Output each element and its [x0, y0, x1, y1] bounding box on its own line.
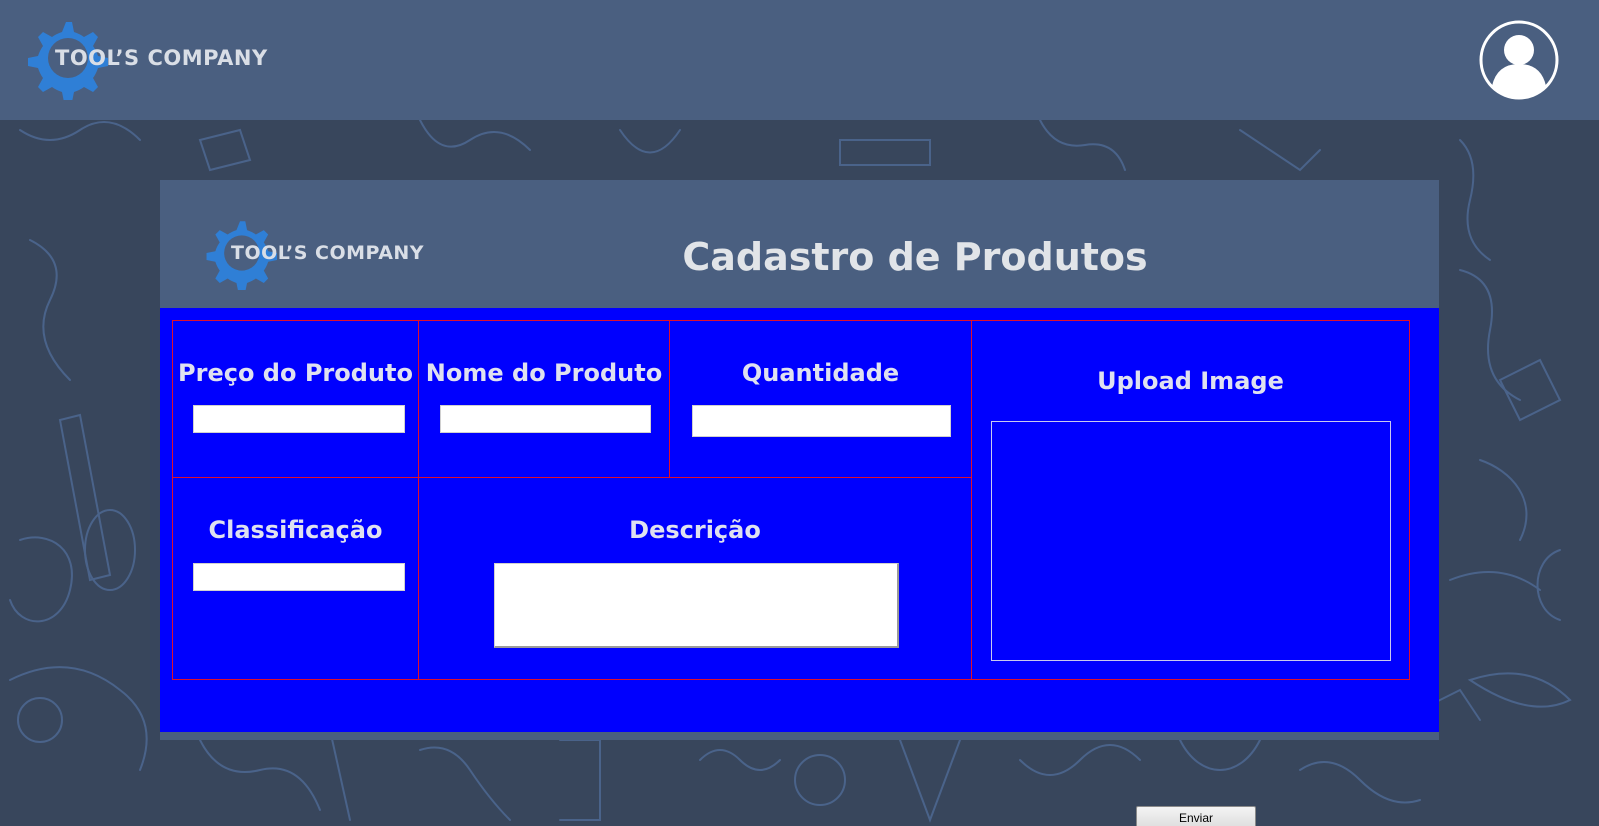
name-input[interactable] [440, 405, 651, 433]
description-textarea[interactable] [494, 563, 899, 648]
quantity-label: Quantidade [741, 359, 900, 387]
image-upload-area[interactable] [991, 421, 1391, 661]
classification-input[interactable] [193, 563, 405, 591]
top-bar: TOOL’S COMPANY [0, 0, 1599, 120]
user-profile-button[interactable] [1479, 20, 1559, 100]
upload-image-label: Upload Image [1097, 367, 1284, 395]
price-input[interactable] [193, 405, 405, 433]
form-company-logo: TOOL’S COMPANY [203, 216, 433, 290]
description-label: Descrição [629, 516, 761, 544]
quantity-input[interactable] [692, 405, 951, 437]
classification-label: Classificação [208, 516, 383, 544]
product-form-card: TOOL’S COMPANY Cadastro de Produtos Preç… [160, 180, 1439, 826]
name-field-group: Nome do Produto [418, 320, 670, 478]
form-bottom-strip [160, 732, 1439, 740]
logo-text: TOOL’S COMPANY [231, 242, 425, 264]
quantity-field-group: Quantidade [669, 320, 972, 478]
name-label: Nome do Produto [425, 359, 663, 387]
company-logo[interactable]: TOOL’S COMPANY [24, 16, 284, 100]
price-label: Preço do Produto [178, 359, 413, 387]
price-field-group: Preço do Produto [172, 320, 419, 478]
classification-field-group: Classificação [172, 477, 419, 680]
user-avatar-icon [1479, 20, 1559, 100]
form-header: TOOL’S COMPANY Cadastro de Produtos [160, 180, 1439, 308]
submit-button[interactable]: Enviar [1136, 806, 1256, 826]
form-area: Preço do Produto Nome do Produto Quantid… [160, 308, 1439, 826]
description-field-group: Descrição [418, 477, 972, 680]
logo-text: TOOL’S COMPANY [55, 46, 268, 70]
upload-image-group: Upload Image [971, 320, 1410, 680]
page-title: Cadastro de Produtos [682, 235, 1148, 279]
